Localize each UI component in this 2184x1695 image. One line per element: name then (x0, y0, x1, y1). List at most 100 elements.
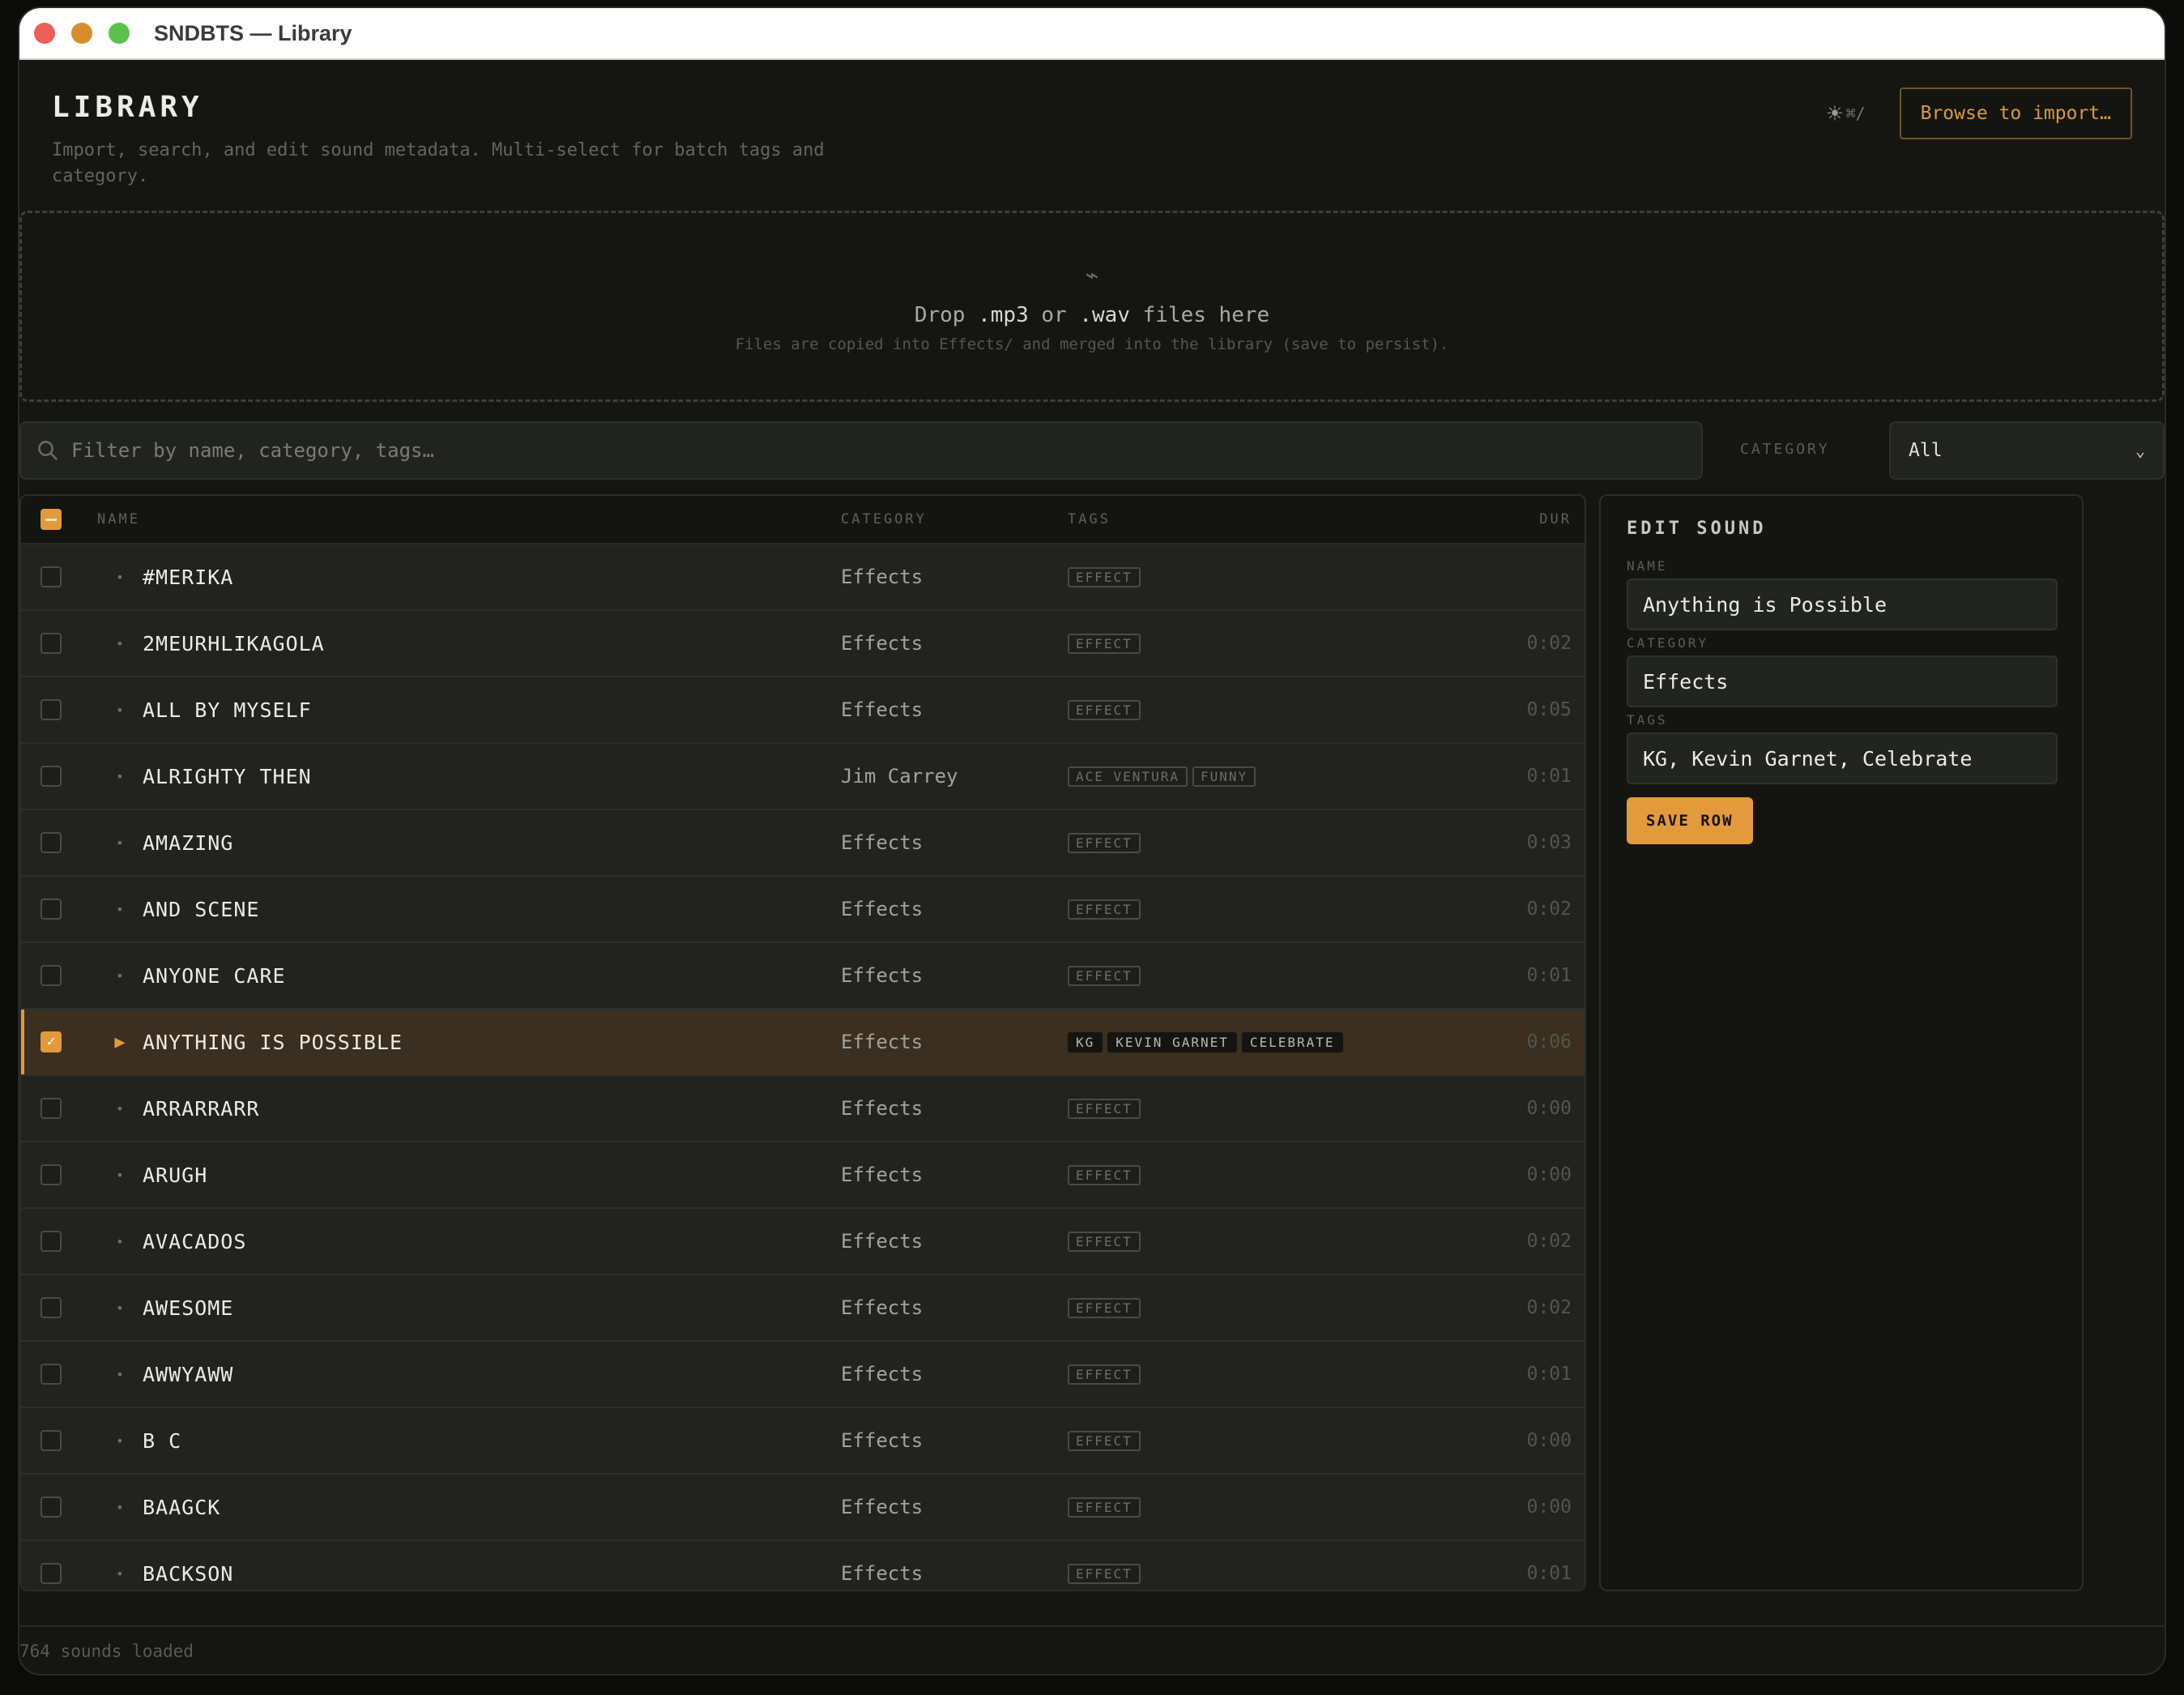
play-icon[interactable]: ▶ (97, 1032, 143, 1052)
row-checkbox[interactable] (41, 566, 62, 587)
category-select[interactable]: All ⌄ (1889, 421, 2165, 480)
row-duration: 0:02 (1526, 899, 1572, 920)
row-tags: EFFECT (1068, 1364, 1515, 1385)
dot-icon[interactable]: • (97, 902, 143, 917)
row-check-cell (21, 633, 97, 654)
row-checkbox[interactable] (41, 1430, 62, 1451)
header-tags[interactable]: TAGS (1068, 511, 1515, 527)
dot-icon[interactable]: • (97, 636, 143, 651)
row-duration: 0:01 (1526, 1364, 1572, 1385)
row-checkbox[interactable] (41, 1297, 62, 1318)
table-body: • #MERIKA Effects EFFECT • 2MEURHLIKAGOLA Effe… (21, 544, 1585, 1590)
table-row[interactable]: • AMAZING Effects EFFECT 0:03 (21, 810, 1585, 877)
edit-tags-field[interactable] (1627, 732, 2058, 784)
table-row[interactable]: • BACKSON Effects EFFECT 0:01 (21, 1541, 1585, 1590)
row-check-cell (21, 1430, 97, 1451)
edit-tags-label: TAGS (1627, 712, 1668, 728)
table-row[interactable]: • ARUGH Effects EFFECT 0:00 (21, 1142, 1585, 1209)
app-window: SNDBTS — Library LIBRARY Import, search,… (19, 8, 2165, 1674)
dot-icon[interactable]: • (97, 702, 143, 718)
row-tags: EFFECT (1068, 1430, 1515, 1451)
dot-icon[interactable]: • (97, 1234, 143, 1249)
minimize-window-button[interactable] (71, 23, 92, 44)
row-checkbox[interactable] (41, 1164, 62, 1185)
table-row[interactable]: • ANYONE CARE Effects EFFECT 0:01 (21, 943, 1585, 1010)
tag-chip: KG (1068, 1031, 1103, 1052)
row-tags: EFFECT (1068, 633, 1515, 654)
search-input[interactable] (71, 439, 1701, 462)
dropzone-title-prefix: Drop (914, 303, 979, 327)
row-checkbox[interactable] (41, 1496, 62, 1518)
table-row[interactable]: • AVACADOS Effects EFFECT 0:02 (21, 1209, 1585, 1275)
table-row[interactable]: ✓ ▶ ANYTHING IS POSSIBLE Effects KG KEVIN GAR… (21, 1010, 1585, 1076)
row-check-cell (21, 899, 97, 920)
dot-icon[interactable]: • (97, 968, 143, 984)
search-box[interactable] (19, 421, 1703, 480)
save-row-button[interactable]: SAVE ROW (1627, 797, 1753, 844)
theme-toggle[interactable]: ☀ ⌘/ (1827, 98, 1865, 129)
row-name: ARUGH (143, 1163, 208, 1187)
row-checkbox[interactable] (41, 1563, 62, 1584)
edit-category-label: CATEGORY (1627, 635, 1709, 651)
row-checkbox[interactable] (41, 766, 62, 787)
page-header: LIBRARY Import, search, and edit sound m… (52, 62, 2132, 199)
table-row[interactable]: • ALL BY MYSELF Effects EFFECT 0:05 (21, 677, 1585, 744)
row-tags: EFFECT (1068, 1098, 1515, 1119)
row-checkbox[interactable] (41, 1098, 62, 1119)
edit-category-field[interactable] (1627, 655, 2058, 707)
row-duration: 0:06 (1526, 1031, 1572, 1052)
row-checkbox[interactable] (41, 633, 62, 654)
dot-icon[interactable]: • (97, 769, 143, 784)
row-check-cell (21, 566, 97, 587)
dot-icon[interactable]: • (97, 1168, 143, 1183)
row-checkbox[interactable] (41, 1364, 62, 1385)
table-row[interactable]: • B C Effects EFFECT 0:00 (21, 1408, 1585, 1475)
edit-name-field[interactable] (1627, 579, 2058, 630)
row-check-cell (21, 1231, 97, 1252)
browse-import-button[interactable]: Browse to import… (1899, 88, 2132, 139)
header-category[interactable]: CATEGORY (841, 511, 1068, 527)
row-category: Effects (841, 1163, 924, 1186)
table-row[interactable]: • AWWYAWW Effects EFFECT 0:01 (21, 1342, 1585, 1408)
dot-icon[interactable]: • (97, 570, 143, 585)
title-bar: SNDBTS — Library (19, 8, 2165, 60)
row-name: BAAGCK (143, 1495, 221, 1519)
dot-icon[interactable]: • (97, 1367, 143, 1382)
row-name: AMAZING (143, 830, 234, 855)
dot-icon[interactable]: • (97, 1101, 143, 1116)
row-checkbox[interactable] (41, 699, 62, 720)
table-row[interactable]: • BAAGCK Effects EFFECT 0:00 (21, 1475, 1585, 1541)
header-actions: ☀ ⌘/ Browse to import… (1827, 88, 2132, 139)
table-row[interactable]: • AND SCENE Effects EFFECT 0:02 (21, 877, 1585, 943)
zoom-window-button[interactable] (109, 23, 130, 44)
dropzone-title-mid: or (1028, 303, 1080, 327)
table-row[interactable]: • 2MEURHLIKAGOLA Effects EFFECT 0:02 (21, 611, 1585, 677)
dot-icon[interactable]: • (97, 835, 143, 851)
dot-icon[interactable]: • (97, 1433, 143, 1449)
row-checkbox[interactable] (41, 1231, 62, 1252)
close-window-button[interactable] (34, 23, 55, 44)
row-duration: 0:02 (1526, 1231, 1572, 1252)
row-check-cell (21, 832, 97, 853)
table-row[interactable]: • AWESOME Effects EFFECT 0:02 (21, 1275, 1585, 1342)
row-tags: EFFECT (1068, 1297, 1515, 1318)
header-duration[interactable]: DUR (1515, 511, 1572, 527)
dot-icon[interactable]: • (97, 1500, 143, 1515)
row-checkbox[interactable]: ✓ (41, 1031, 62, 1052)
table-row[interactable]: • ARRARRARR Effects EFFECT 0:00 (21, 1076, 1585, 1142)
tag-chip: ACE VENTURA (1068, 766, 1188, 787)
select-all-checkbox[interactable] (41, 509, 62, 530)
header-name[interactable]: NAME (97, 511, 841, 527)
table-row[interactable]: • ALRIGHTY THEN Jim Carrey ACE VENTURA FUNNY… (21, 744, 1585, 810)
row-checkbox[interactable] (41, 899, 62, 920)
row-checkbox[interactable] (41, 832, 62, 853)
row-tags: EFFECT (1068, 1164, 1515, 1185)
file-dropzone[interactable]: ⌁ Drop .mp3 or .wav files here Files are… (19, 211, 2165, 402)
row-checkbox[interactable] (41, 965, 62, 986)
row-tags: EFFECT (1068, 1496, 1515, 1518)
row-tags: EFFECT (1068, 832, 1515, 853)
dot-icon[interactable]: • (97, 1566, 143, 1582)
row-duration: 0:02 (1526, 1297, 1572, 1318)
table-row[interactable]: • #MERIKA Effects EFFECT (21, 544, 1585, 611)
dot-icon[interactable]: • (97, 1300, 143, 1316)
